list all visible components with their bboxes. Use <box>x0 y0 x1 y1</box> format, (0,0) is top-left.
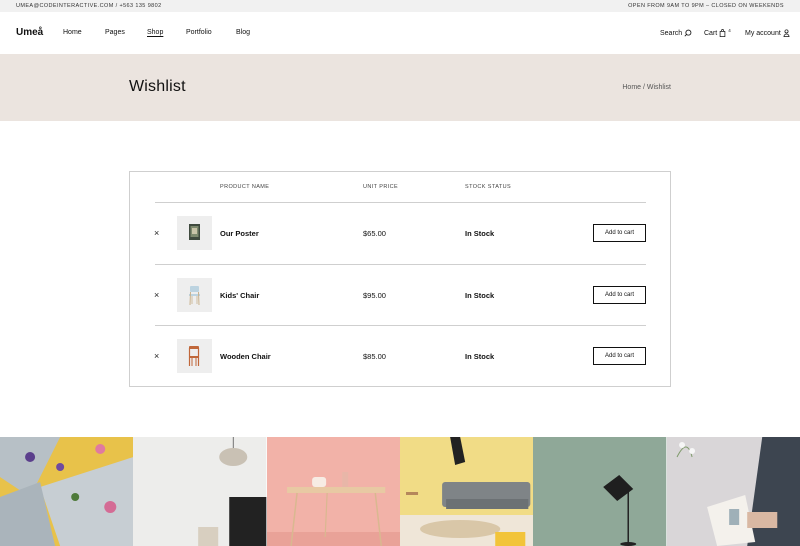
product-name[interactable]: Wooden Chair <box>220 352 271 361</box>
breadcrumb[interactable]: Home / Wishlist <box>622 84 671 91</box>
cart-count-badge: 4 <box>728 27 731 33</box>
nav-shop[interactable]: Shop <box>147 29 163 36</box>
stock-status: In Stock <box>465 352 495 361</box>
user-icon <box>783 29 790 37</box>
unit-price: $95.00 <box>363 291 386 300</box>
floor-lamp-photo[interactable] <box>533 437 667 546</box>
flowers-cards-photo[interactable] <box>0 437 134 546</box>
add-to-cart-button[interactable]: Add to cart <box>593 224 646 242</box>
search-label: Search <box>660 29 683 37</box>
site-header: Umeå Home Pages Shop Portfolio Blog Sear… <box>0 12 800 54</box>
table-row: × Our Poster $65.00 In Stock Add to cart <box>130 203 670 264</box>
column-header-stock: STOCK STATUS <box>465 184 512 190</box>
unit-price: $85.00 <box>363 352 386 361</box>
account-label: My account <box>745 29 781 37</box>
magazine-photo[interactable] <box>666 437 800 546</box>
remove-item-button[interactable]: × <box>154 291 159 300</box>
logo[interactable]: Umeå <box>16 27 43 38</box>
top-bar: UMEA@CODEINTERACTIVE.COM / +563 135 9802… <box>0 0 800 12</box>
column-header-product: PRODUCT NAME <box>220 184 270 190</box>
add-to-cart-button[interactable]: Add to cart <box>593 286 646 304</box>
bag-icon <box>719 29 726 37</box>
product-name[interactable]: Our Poster <box>220 229 259 238</box>
unit-price: $65.00 <box>363 229 386 238</box>
nav-portfolio[interactable]: Portfolio <box>186 29 212 36</box>
wooden-chair-icon[interactable] <box>177 339 212 373</box>
product-name[interactable]: Kids' Chair <box>220 291 259 300</box>
column-header-price: UNIT PRICE <box>363 184 399 190</box>
contact-info: UMEA@CODEINTERACTIVE.COM / +563 135 9802 <box>16 3 162 9</box>
page-title: Wishlist <box>129 78 186 95</box>
stock-status: In Stock <box>465 291 495 300</box>
remove-item-button[interactable]: × <box>154 229 159 238</box>
nav-home[interactable]: Home <box>63 29 82 36</box>
add-to-cart-button[interactable]: Add to cart <box>593 347 646 365</box>
table-row: × Wooden Chair $85.00 In Stock Add to ca… <box>130 326 670 387</box>
kids-chair-icon[interactable] <box>177 278 212 312</box>
table-row: × Kids' Chair $95.00 In Stock Add to car… <box>130 265 670 326</box>
pink-table-photo[interactable] <box>266 437 400 546</box>
search-icon <box>684 29 692 37</box>
wishlist-table: PRODUCT NAME UNIT PRICE STOCK STATUS × O… <box>129 171 671 387</box>
search-link[interactable]: Search <box>660 29 692 37</box>
cart-label: Cart <box>704 29 718 37</box>
opening-hours: OPEN FROM 9AM TO 9PM – CLOSED ON WEEKEND… <box>628 3 784 9</box>
poster-icon[interactable] <box>177 216 212 250</box>
account-link[interactable]: My account <box>745 29 790 37</box>
nav-pages[interactable]: Pages <box>105 29 125 36</box>
stock-status: In Stock <box>465 229 495 238</box>
remove-item-button[interactable]: × <box>154 352 159 361</box>
cart-link[interactable]: Cart 4 <box>704 27 731 37</box>
nav-blog[interactable]: Blog <box>236 29 250 36</box>
sofa-jump-photo[interactable] <box>399 437 534 546</box>
page-title-banner: Wishlist Home / Wishlist <box>0 54 800 121</box>
pendant-lamp-photo[interactable] <box>133 437 267 546</box>
image-gallery <box>0 437 800 546</box>
